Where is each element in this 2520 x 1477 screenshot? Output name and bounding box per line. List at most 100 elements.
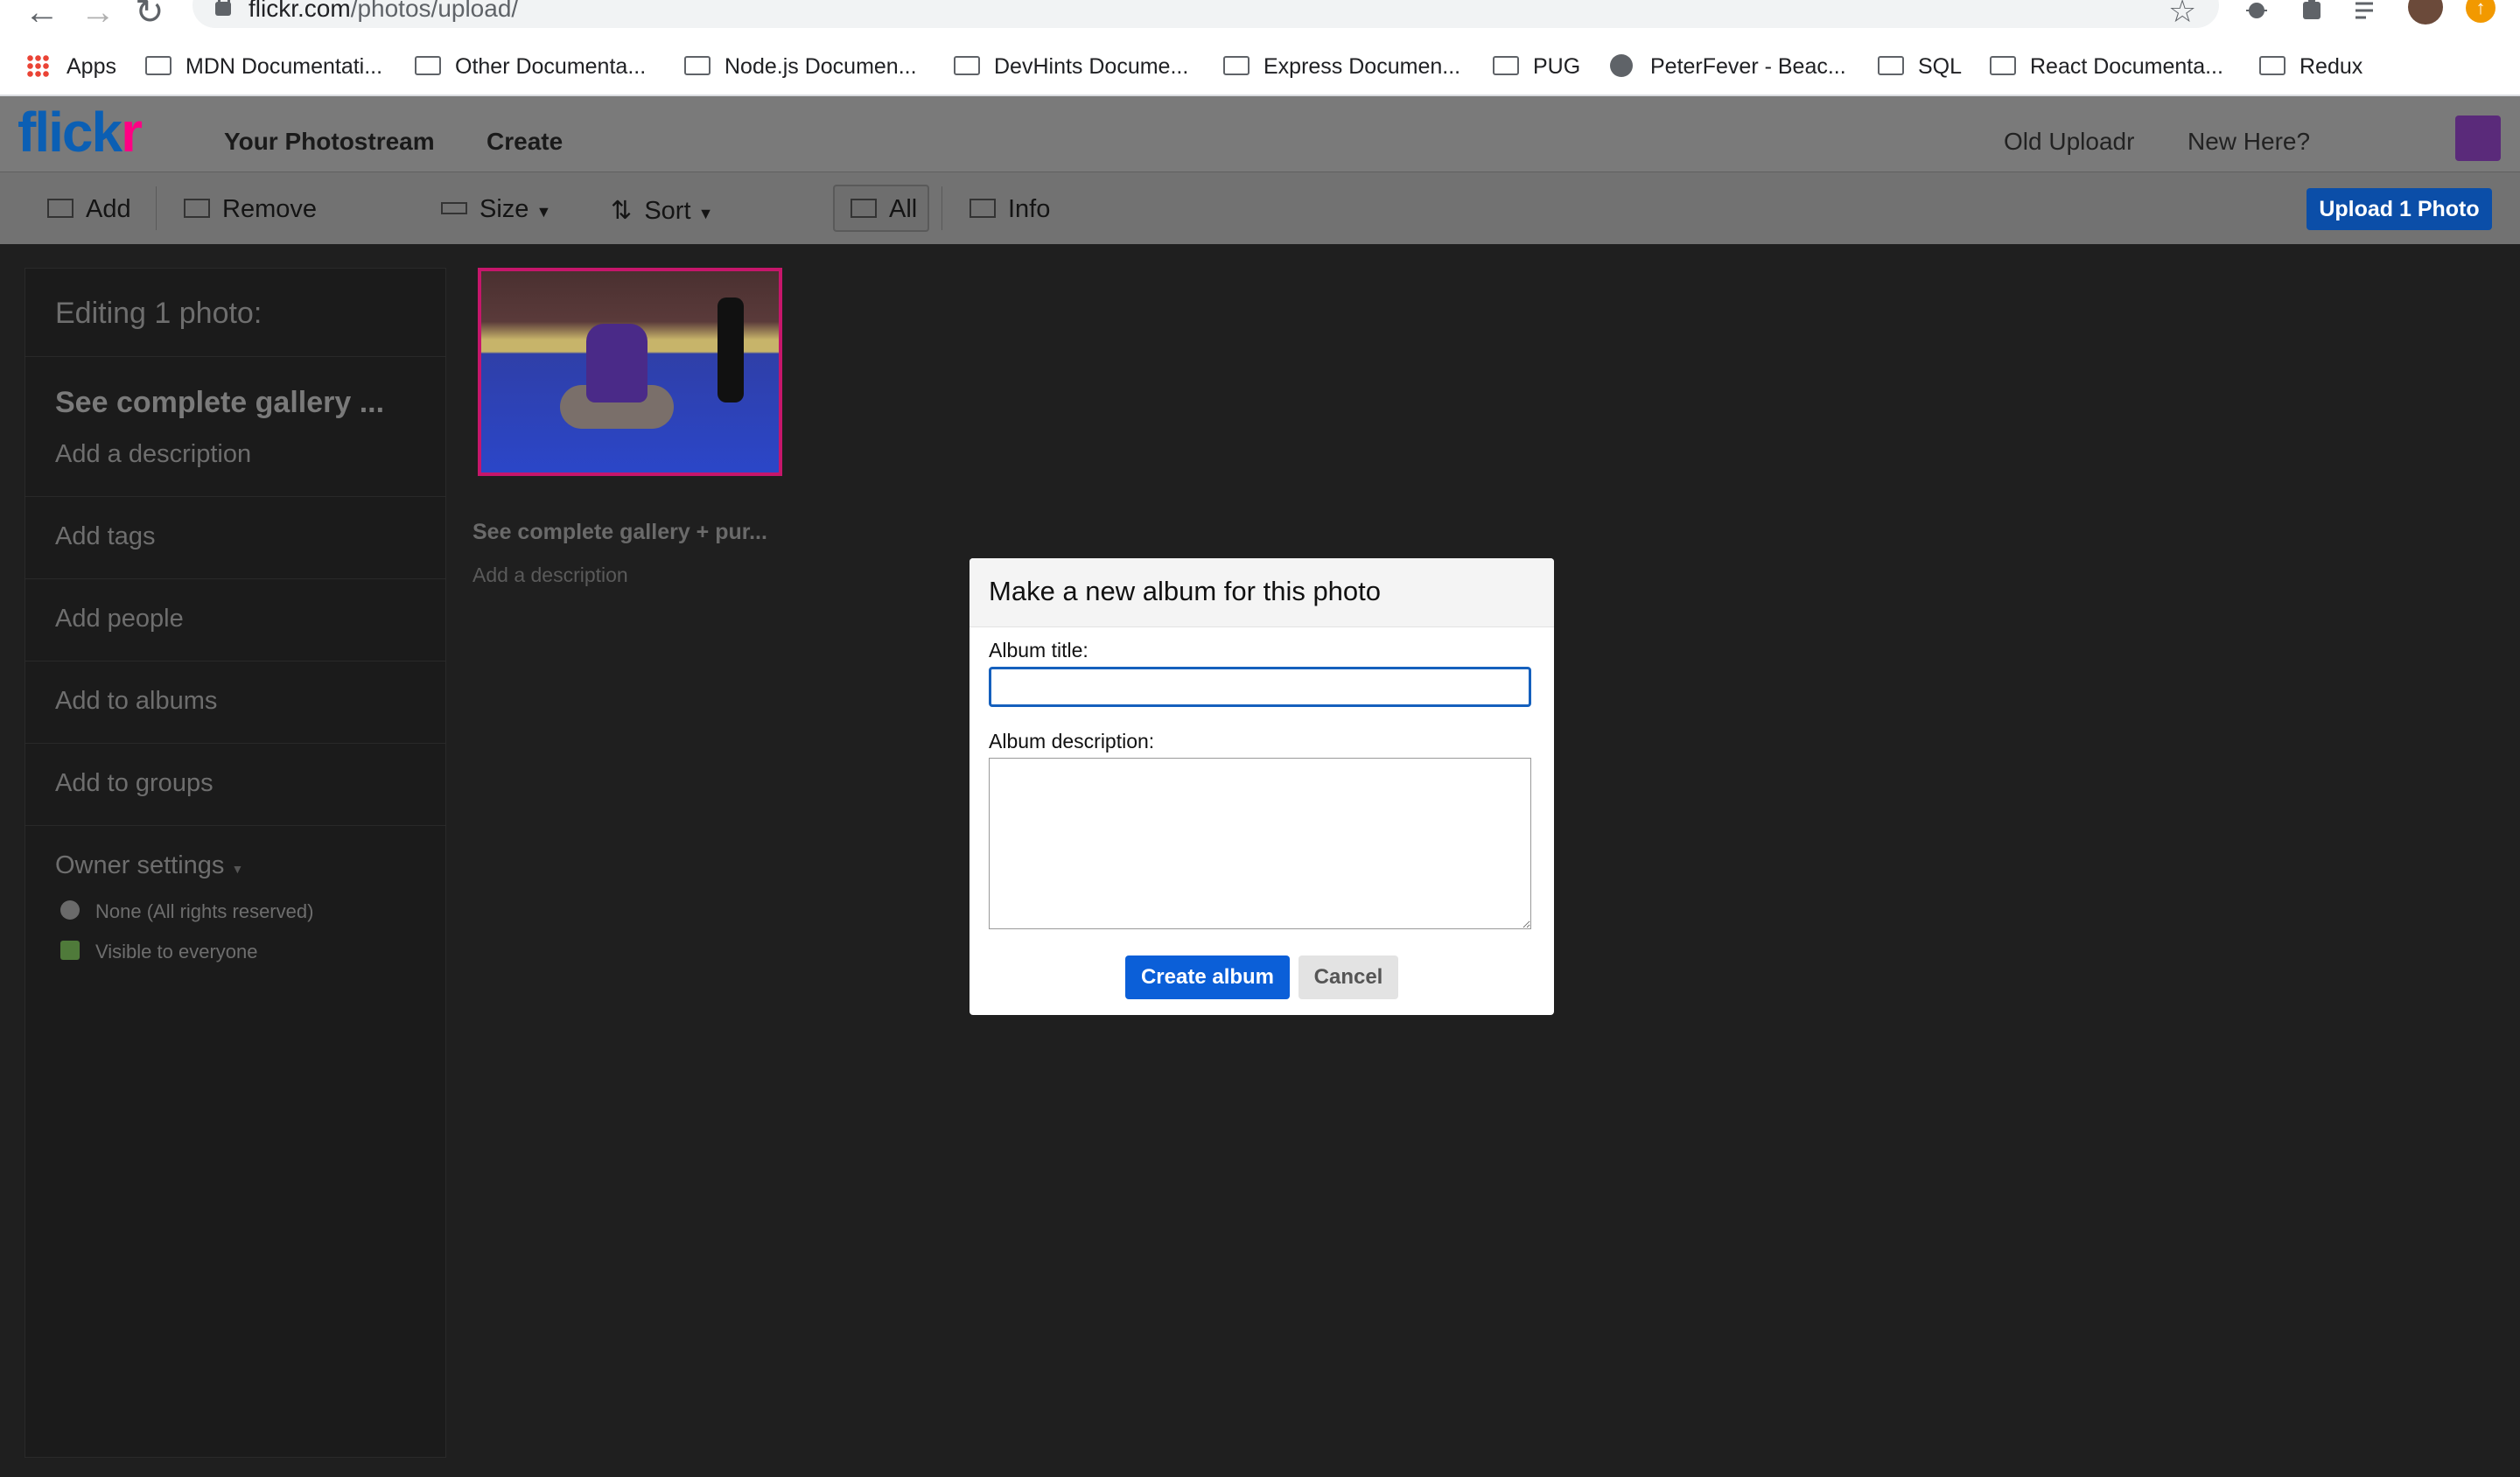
photo-figure — [586, 324, 648, 402]
add-description-field[interactable]: Add a description — [55, 440, 251, 469]
profile-avatar[interactable] — [2408, 0, 2443, 24]
info-button[interactable]: Info — [970, 195, 1050, 224]
license-icon — [60, 900, 80, 920]
bookmark-label: Apps — [66, 54, 116, 79]
all-label: All — [889, 195, 918, 223]
photo-title-field[interactable]: See complete gallery ... — [55, 386, 384, 420]
chevron-down-icon: ▼ — [231, 862, 244, 876]
puzzle-extension-icon[interactable] — [2298, 0, 2328, 24]
nav-your-photostream[interactable]: Your Photostream — [224, 128, 435, 156]
logo-r: r — [121, 101, 143, 164]
dialog-title: Make a new album for this photo — [989, 576, 1382, 606]
sort-arrows-icon: ⇅ — [611, 197, 633, 225]
bookmark-label: SQL — [1918, 54, 1963, 79]
all-button[interactable]: All — [850, 195, 917, 224]
update-icon[interactable]: ↑ — [2466, 0, 2496, 23]
bookmark-label: MDN Documentati... — [186, 54, 383, 79]
add-button[interactable]: Add — [47, 195, 131, 224]
bookmark-label: Express Documen... — [1264, 54, 1461, 79]
add-people-field[interactable]: Add people — [55, 605, 184, 634]
folder-icon — [415, 56, 441, 76]
add-label: Add — [86, 195, 131, 223]
visibility-setting[interactable]: Visible to everyone — [95, 941, 258, 963]
cancel-button[interactable]: Cancel — [1298, 956, 1398, 999]
folder-icon — [954, 56, 980, 76]
folder-icon — [684, 56, 710, 76]
bookmark-mdn[interactable]: MDN Documentati... — [145, 47, 382, 86]
add-tags-field[interactable]: Add tags — [55, 522, 155, 551]
photo-description[interactable]: Add a description — [472, 564, 628, 587]
apps-grid-icon — [26, 54, 49, 78]
bookmark-sql[interactable]: SQL — [1878, 47, 1962, 86]
album-description-label: Album description: — [989, 730, 1155, 752]
albums-row: Add to albums — [25, 661, 445, 744]
reload-icon[interactable]: ↻ — [135, 0, 164, 30]
upload-photo-button[interactable]: Upload 1 Photo — [2306, 188, 2492, 230]
browser-chrome: ← → ↻ flickr.com/photos/upload/ ☆ ↑ Apps… — [0, 0, 2520, 96]
chevron-down-icon: ▼ — [536, 203, 552, 220]
title-description-row: See complete gallery ... Add a descripti… — [25, 356, 445, 497]
edit-panel: Editing 1 photo: See complete gallery ..… — [24, 268, 446, 1458]
bookmark-apps[interactable]: Apps — [26, 47, 116, 86]
add-to-groups-field[interactable]: Add to groups — [55, 769, 214, 798]
dialog-header: Make a new album for this photo — [970, 558, 1554, 627]
address-bar[interactable]: flickr.com/photos/upload/ — [192, 0, 2219, 28]
license-setting[interactable]: None (All rights reserved) — [95, 900, 313, 923]
bookmark-label: PUG — [1533, 54, 1581, 79]
folder-icon — [1990, 56, 2016, 76]
add-photo-icon — [47, 199, 74, 219]
address-row: ← → ↻ flickr.com/photos/upload/ ☆ ↑ — [0, 0, 2520, 32]
globe-icon — [1610, 54, 1633, 78]
bookmark-label: Node.js Documen... — [724, 54, 917, 79]
toolbar-divider — [156, 186, 157, 230]
album-description-input[interactable] — [989, 758, 1531, 929]
bookmark-label: PeterFever - Beac... — [1650, 54, 1846, 79]
folder-icon — [1878, 56, 1904, 76]
nav-old-uploadr[interactable]: Old Uploadr — [2004, 128, 2134, 156]
size-icon — [441, 202, 467, 215]
nav-create[interactable]: Create — [486, 128, 563, 156]
panel-heading: Editing 1 photo: — [55, 297, 262, 330]
people-row: Add people — [25, 578, 445, 662]
media-queue-icon[interactable] — [2352, 0, 2382, 24]
add-to-albums-field[interactable]: Add to albums — [55, 687, 217, 716]
photo-title[interactable]: See complete gallery + pur... — [472, 520, 767, 545]
bookmark-devhints[interactable]: DevHints Docume... — [954, 47, 1188, 86]
photo-thumbnail[interactable] — [478, 268, 782, 476]
info-icon — [970, 199, 996, 219]
bookmark-nodejs[interactable]: Node.js Documen... — [684, 47, 917, 86]
album-title-input[interactable] — [989, 667, 1531, 707]
folder-icon — [1493, 56, 1519, 76]
bookmark-react[interactable]: React Documenta... — [1990, 47, 2223, 86]
url-text: flickr.com/photos/upload/ — [248, 0, 518, 23]
remove-photo-icon — [184, 199, 210, 219]
forward-arrow-icon[interactable]: → — [80, 0, 116, 30]
create-album-button[interactable]: Create album — [1125, 956, 1290, 999]
bookmark-label: DevHints Docume... — [994, 54, 1189, 79]
bookmark-redux[interactable]: Redux — [2259, 47, 2362, 86]
bookmark-label: Other Documenta... — [455, 54, 647, 79]
bug-extension-icon[interactable] — [2242, 0, 2272, 24]
size-dropdown[interactable]: Size ▼ — [441, 195, 551, 224]
bookmark-star-icon[interactable]: ☆ — [2168, 0, 2196, 30]
bookmark-express[interactable]: Express Documen... — [1223, 47, 1460, 86]
lock-icon — [215, 0, 231, 16]
sort-dropdown[interactable]: ⇅ Sort ▼ — [611, 195, 713, 226]
panel-heading-row: Editing 1 photo: — [25, 269, 445, 357]
groups-row: Add to groups — [25, 743, 445, 826]
flickr-header: flickr Your Photostream Create Old Uploa… — [0, 96, 2520, 172]
owner-settings-toggle[interactable]: Owner settings ▼ — [55, 851, 243, 880]
bookmark-peterfever[interactable]: PeterFever - Beac... — [1610, 47, 1846, 86]
back-arrow-icon[interactable]: ← — [24, 0, 60, 30]
logo-main: flick — [18, 101, 122, 164]
flickr-logo[interactable]: flickr — [18, 100, 143, 164]
url-host: flickr.com — [248, 0, 351, 22]
bookmark-pug[interactable]: PUG — [1493, 47, 1580, 86]
info-label: Info — [1008, 195, 1051, 223]
nav-new-here[interactable]: New Here? — [2188, 128, 2310, 156]
bookmark-other-docs[interactable]: Other Documenta... — [415, 47, 646, 86]
bookmark-label: Redux — [2300, 54, 2363, 79]
remove-button[interactable]: Remove — [184, 195, 317, 224]
user-buddy-icon[interactable] — [2455, 116, 2501, 161]
url-path: /photos/upload/ — [350, 0, 519, 22]
